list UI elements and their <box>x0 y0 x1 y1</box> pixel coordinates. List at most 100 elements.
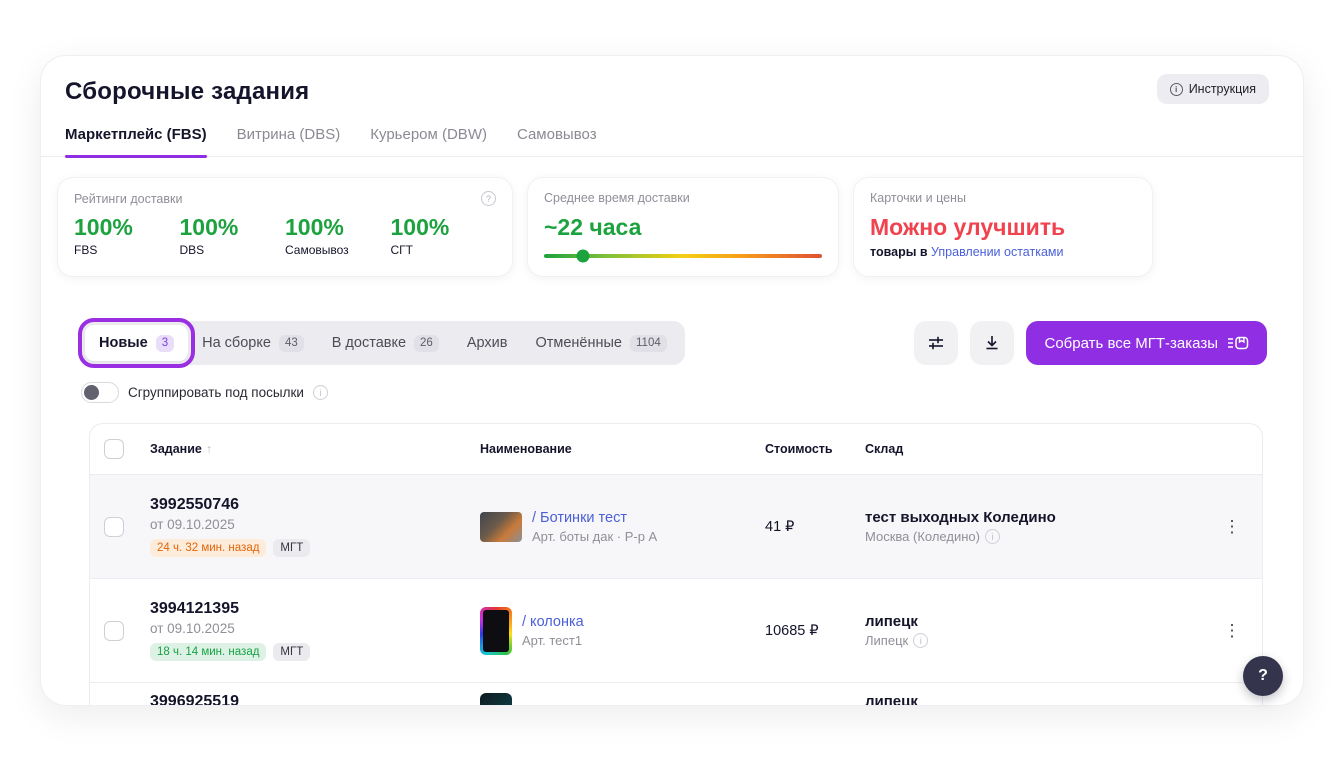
time-title: Среднее время доставки <box>544 191 822 205</box>
row-menu-button[interactable]: ⋮ <box>1214 518 1250 535</box>
rating-pickup: 100% Самовывоз <box>285 214 391 257</box>
row-checkbox[interactable] <box>104 621 124 641</box>
segment-new[interactable]: Новые 3 <box>85 325 188 361</box>
column-task[interactable]: Задание↑ <box>150 442 480 456</box>
download-icon <box>983 334 1001 352</box>
group-parcels-info-icon[interactable]: i <box>313 385 328 400</box>
sliders-icon <box>927 334 945 352</box>
select-all-checkbox[interactable] <box>104 439 124 459</box>
rating-value: 100% <box>180 214 286 241</box>
warehouse-cell: тест выходных Коледино Москва (Коледино)… <box>865 509 1214 544</box>
warehouse-info-icon[interactable]: i <box>985 529 1000 544</box>
rating-label: СГТ <box>391 243 497 257</box>
product-thumbnail[interactable] <box>480 693 512 706</box>
metrics-row: Рейтинги доставки ? 100% FBS 100% DBS 10… <box>41 157 1303 277</box>
product-meta: Арт. тест1 <box>522 633 584 648</box>
task-cell: 3992550746 от 09.10.2025 24 ч. 32 мин. н… <box>150 496 480 557</box>
product-cell: / колонка Арт. тест1 <box>480 607 765 655</box>
segment-archive[interactable]: Архив <box>453 325 522 361</box>
segment-cancelled[interactable]: Отменённые 1104 <box>521 325 680 361</box>
segment-in-delivery[interactable]: В доставке 26 <box>318 325 453 361</box>
collect-all-mgt-button[interactable]: Собрать все МГТ-заказы <box>1026 321 1267 365</box>
collect-all-mgt-label: Собрать все МГТ-заказы <box>1044 335 1218 352</box>
price-cell: 41 ₽ <box>765 519 865 535</box>
tab-vitrina-dbs[interactable]: Витрина (DBS) <box>237 122 341 156</box>
segment-label: На сборке <box>202 335 271 351</box>
task-date: от 09.10.2025 <box>150 621 480 636</box>
column-name: Наименование <box>480 442 765 456</box>
group-parcels-toggle[interactable] <box>81 382 119 403</box>
group-parcels-label: Сгруппировать под посылки <box>128 385 304 400</box>
filter-settings-button[interactable] <box>914 321 958 365</box>
group-parcels-row: Сгруппировать под посылки i <box>41 365 1303 403</box>
delivery-ratings-card: Рейтинги доставки ? 100% FBS 100% DBS 10… <box>57 177 513 277</box>
warehouse-name: тест выходных Коледино <box>865 509 1214 526</box>
age-badge: 18 ч. 14 мин. назад <box>150 643 266 661</box>
row-menu-button[interactable]: ⋮ <box>1214 622 1250 639</box>
task-date: от 09.10.2025 <box>150 517 480 532</box>
segment-label: Новые <box>99 335 148 351</box>
question-icon[interactable]: ? <box>481 191 496 206</box>
package-list-icon <box>1227 334 1249 352</box>
rating-value: 100% <box>285 214 391 241</box>
table-row: 3994121395 от 09.10.2025 18 ч. 14 мин. н… <box>90 578 1262 682</box>
rating-sgt: 100% СГТ <box>391 214 497 257</box>
mgt-badge: МГТ <box>273 643 310 661</box>
segment-assembling[interactable]: На сборке 43 <box>188 325 318 361</box>
segment-label: Архив <box>467 335 508 351</box>
warehouse-meta: Липецк <box>865 633 908 648</box>
segment-count: 26 <box>414 335 439 352</box>
age-badge: 24 ч. 32 мин. назад <box>150 539 266 557</box>
time-value: ~22 часа <box>544 214 822 241</box>
rating-value: 100% <box>74 214 180 241</box>
row-checkbox[interactable] <box>104 517 124 537</box>
stock-management-link[interactable]: Управлении остатками <box>931 245 1063 259</box>
rating-label: Самовывоз <box>285 243 391 257</box>
warehouse-info-icon[interactable]: i <box>913 633 928 648</box>
task-id: 3994121395 <box>150 600 480 618</box>
product-thumbnail[interactable] <box>480 607 512 655</box>
warehouse-cell: липецк Липецкi <box>865 613 1214 648</box>
task-id: 3996925519 <box>150 693 480 706</box>
product-cell: / <box>480 693 765 706</box>
task-cell: 3994121395 от 09.10.2025 18 ч. 14 мин. н… <box>150 600 480 661</box>
product-link[interactable]: / Ботинки тест <box>532 510 657 526</box>
info-icon: i <box>1170 83 1183 96</box>
status-segments: Новые 3 На сборке 43 В доставке 26 Архив… <box>81 321 685 365</box>
rating-fbs: 100% FBS <box>74 214 180 257</box>
warehouse-name: липецк <box>865 693 1214 706</box>
table-row: 3996925519 / липецк ⋮ <box>90 682 1262 706</box>
tab-pickup[interactable]: Самовывоз <box>517 122 597 156</box>
warehouse-name: липецк <box>865 613 1214 630</box>
segment-count: 43 <box>279 335 304 352</box>
product-meta: Арт. боты дак · Р-р А <box>532 529 657 544</box>
task-cell: 3996925519 <box>150 693 480 706</box>
table-header: Задание↑ Наименование Стоимость Склад <box>90 424 1262 474</box>
sort-asc-icon: ↑ <box>206 442 212 456</box>
panel-header: Сборочные задания i Инструкция <box>41 56 1303 106</box>
segment-label: В доставке <box>332 335 406 351</box>
product-link[interactable]: / колонка <box>522 614 584 630</box>
cards-prices-card: Карточки и цены Можно улучшить товары в … <box>853 177 1153 277</box>
price-cell: 10685 ₽ <box>765 623 865 639</box>
product-cell: / Ботинки тест Арт. боты дак · Р-р А <box>480 510 765 544</box>
tab-marketplace-fbs[interactable]: Маркетплейс (FBS) <box>65 122 207 156</box>
column-warehouse: Склад <box>865 442 1214 456</box>
ratings-title: Рейтинги доставки <box>74 192 182 206</box>
segment-count: 1104 <box>630 335 667 352</box>
assembly-tasks-panel: Сборочные задания i Инструкция Маркетпле… <box>40 55 1304 706</box>
delivery-time-marker <box>576 250 589 263</box>
help-fab-button[interactable]: ? <box>1243 656 1283 696</box>
cards-note: товары в Управлении остатками <box>870 245 1136 259</box>
delivery-time-scale <box>544 254 822 258</box>
segment-count: 3 <box>156 335 174 352</box>
task-id: 3992550746 <box>150 496 480 514</box>
filter-row: Новые 3 На сборке 43 В доставке 26 Архив… <box>41 277 1303 365</box>
product-thumbnail[interactable] <box>480 512 522 542</box>
warehouse-cell: липецк <box>865 693 1214 706</box>
instruction-button[interactable]: i Инструкция <box>1157 74 1269 104</box>
download-button[interactable] <box>970 321 1014 365</box>
tab-courier-dbw[interactable]: Курьером (DBW) <box>370 122 487 156</box>
cards-status: Можно улучшить <box>870 214 1136 241</box>
cards-title: Карточки и цены <box>870 191 1136 205</box>
